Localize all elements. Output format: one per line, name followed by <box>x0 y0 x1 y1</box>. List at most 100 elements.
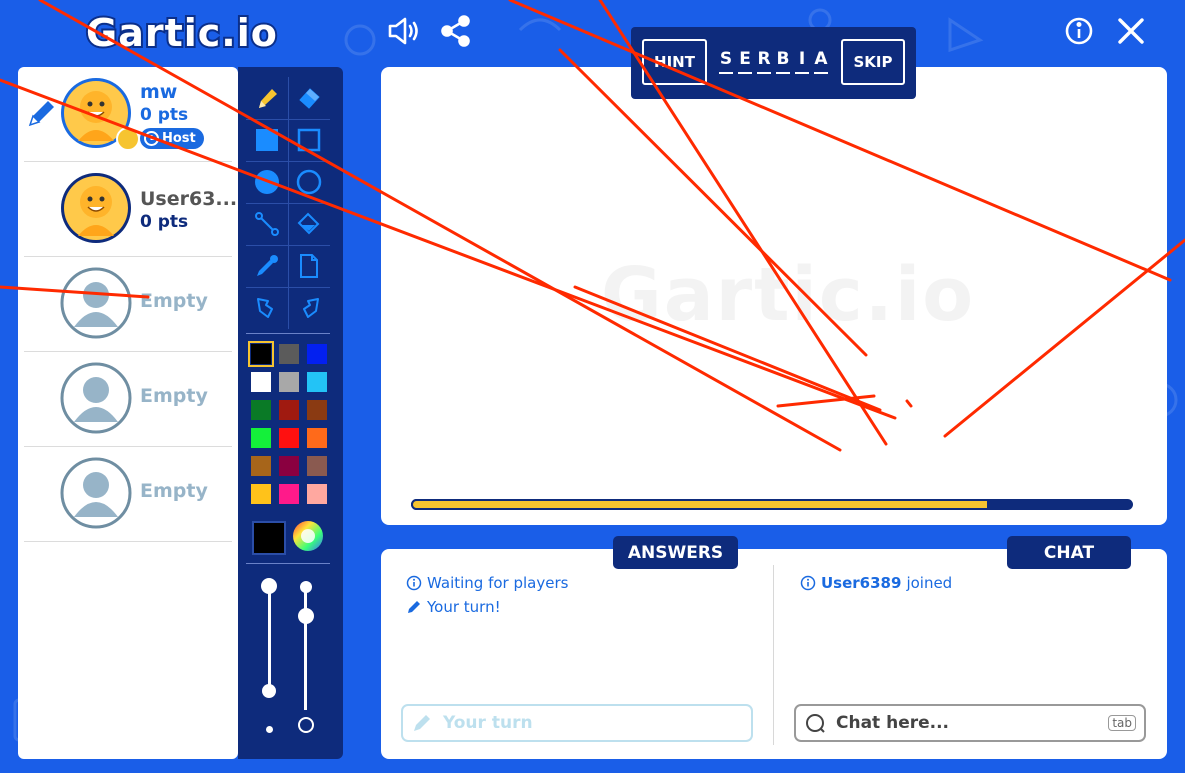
eyedropper-tool-icon[interactable] <box>246 245 288 287</box>
empty-label: Empty <box>140 290 208 312</box>
color-swatch[interactable] <box>279 456 299 476</box>
message-text: Waiting for players <box>427 574 569 592</box>
color-swatch[interactable] <box>279 484 299 504</box>
message-text: joined <box>906 574 953 592</box>
filled-rect-tool-icon[interactable] <box>246 119 288 161</box>
svg-text:Gartic.io: Gartic.io <box>86 11 278 55</box>
brush-size-slider-track[interactable] <box>268 582 271 692</box>
color-swatch[interactable] <box>251 372 271 392</box>
info-icon <box>800 575 816 591</box>
fill-bucket-tool-icon[interactable] <box>288 203 330 245</box>
opacity-max-icon <box>300 581 312 593</box>
color-swatch[interactable] <box>251 400 271 420</box>
color-swatch[interactable] <box>307 428 327 448</box>
info-icon[interactable] <box>1062 14 1096 48</box>
answers-message: Waiting for players <box>406 574 568 592</box>
color-swatch[interactable] <box>279 428 299 448</box>
color-swatch[interactable] <box>248 341 274 367</box>
color-swatch[interactable] <box>307 344 327 364</box>
color-swatch[interactable] <box>307 400 327 420</box>
tools-panel <box>238 67 343 759</box>
empty-avatar <box>60 267 132 339</box>
color-swatch[interactable] <box>251 428 271 448</box>
round-timer-bar <box>411 499 1133 510</box>
host-icon <box>144 131 159 146</box>
canvas-watermark: Gartic.io <box>601 252 976 338</box>
chat-input[interactable]: Chat here... tab <box>794 704 1146 742</box>
eraser-tool-icon[interactable] <box>288 77 330 119</box>
divider <box>773 565 774 745</box>
player-name: mw <box>140 81 178 103</box>
round-timer-fill <box>411 499 989 510</box>
redo-icon[interactable] <box>288 287 330 329</box>
close-icon[interactable] <box>1114 14 1148 48</box>
empty-slot: Empty <box>24 352 232 447</box>
color-swatch[interactable] <box>279 344 299 364</box>
empty-label: Empty <box>140 385 208 407</box>
outline-rect-tool-icon[interactable] <box>288 119 330 161</box>
color-swatch[interactable] <box>279 372 299 392</box>
word-letter: E <box>738 49 752 74</box>
word-letter: I <box>795 49 809 74</box>
divider <box>246 563 330 564</box>
clear-page-icon[interactable] <box>288 245 330 287</box>
player-name: User63... <box>140 188 238 210</box>
secret-word: S E R B I A <box>719 49 828 74</box>
player-row[interactable]: User63... 0 pts <box>24 162 237 257</box>
chat-message: User6389 joined <box>800 574 952 592</box>
pencil-icon <box>414 715 430 731</box>
current-color-swatch[interactable] <box>252 521 286 555</box>
hint-button[interactable]: HINT <box>642 39 707 85</box>
color-swatch[interactable] <box>279 400 299 420</box>
line-tool-icon[interactable] <box>246 203 288 245</box>
drawing-canvas[interactable]: Gartic.io <box>381 67 1167 525</box>
divider <box>246 333 330 334</box>
outline-circle-tool-icon[interactable] <box>288 161 330 203</box>
brush-size-handle-top[interactable] <box>261 578 277 594</box>
brush-size-min-icon <box>266 726 273 733</box>
word-letter: B <box>776 49 790 74</box>
gartic-logo: Gartic.io <box>84 9 279 56</box>
current-color-fill <box>254 523 284 553</box>
skip-button[interactable]: SKIP <box>841 39 905 85</box>
answer-input[interactable]: Your turn <box>401 704 753 742</box>
opacity-handle[interactable] <box>298 608 314 624</box>
filled-circle-tool-icon[interactable] <box>246 161 288 203</box>
tab-key-hint: tab <box>1108 715 1136 731</box>
players-panel: mw 0 pts Host User63... 0 pts Empty Empt… <box>18 67 238 759</box>
empty-avatar <box>60 362 132 434</box>
bottom-panel: ANSWERS CHAT Waiting for players Your tu… <box>381 536 1167 759</box>
player-row[interactable]: mw 0 pts Host <box>24 67 232 162</box>
avatar <box>61 173 131 243</box>
chat-username: User6389 <box>821 574 902 592</box>
color-swatch[interactable] <box>307 484 327 504</box>
empty-slot: Empty <box>24 257 232 352</box>
pencil-tool-icon[interactable] <box>246 77 288 119</box>
color-swatch[interactable] <box>251 456 271 476</box>
color-swatch[interactable] <box>307 372 327 392</box>
empty-label: Empty <box>140 480 208 502</box>
share-icon[interactable] <box>439 14 473 48</box>
pencil-icon <box>408 601 420 613</box>
host-badge: Host <box>140 128 204 149</box>
chat-bubble-icon <box>806 714 825 733</box>
opacity-min-icon <box>298 717 314 733</box>
tab-chat[interactable]: CHAT <box>1007 536 1131 569</box>
word-bar: HINT S E R B I A SKIP <box>631 27 916 99</box>
info-icon <box>406 575 422 591</box>
color-swatch[interactable] <box>307 456 327 476</box>
host-badge-label: Host <box>162 131 196 146</box>
word-letter: A <box>814 49 828 74</box>
undo-icon[interactable] <box>246 287 288 329</box>
empty-slot: Empty <box>24 447 232 542</box>
player-points: 0 pts <box>140 212 189 232</box>
speaker-icon[interactable] <box>386 14 420 48</box>
color-wheel-icon[interactable] <box>292 520 324 552</box>
empty-avatar <box>60 457 132 529</box>
pencil-icon <box>28 101 54 127</box>
tab-answers[interactable]: ANSWERS <box>613 536 738 569</box>
brush-size-handle[interactable] <box>262 684 276 698</box>
color-swatch[interactable] <box>251 484 271 504</box>
chat-input-placeholder: Chat here... <box>836 713 950 733</box>
status-dot <box>116 127 140 151</box>
